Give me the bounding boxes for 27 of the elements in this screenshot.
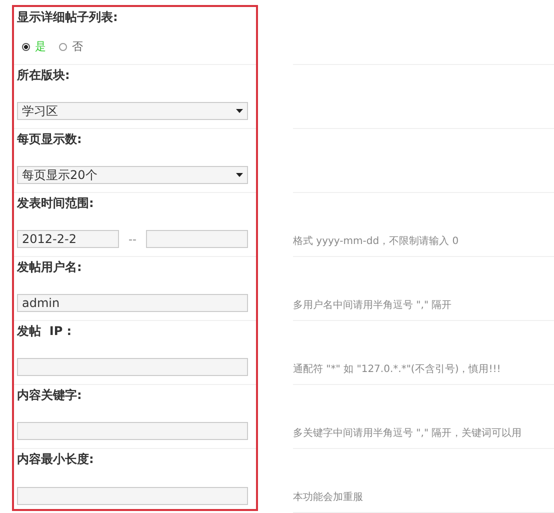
caret-icon: [236, 109, 243, 113]
text-field[interactable]: [17, 358, 248, 376]
hint-text: 通配符 "*" 如 "127.0.*.*"(不含引号)，慎用!!!: [293, 362, 501, 376]
text-field[interactable]: admin: [17, 294, 248, 312]
field-label: 内容关键字:: [17, 387, 83, 404]
field-label: 所在版块:: [17, 67, 71, 84]
text-field[interactable]: [17, 422, 248, 440]
field-label: 发帖 IP :: [17, 323, 73, 340]
dropdown[interactable]: 每页显示20个: [17, 166, 248, 184]
field-label: 发帖用户名:: [17, 259, 83, 276]
field-label: 内容最小长度:: [17, 451, 95, 468]
date-field[interactable]: [146, 230, 248, 248]
radio-button[interactable]: [22, 42, 30, 50]
hint-text: 格式 yyyy-mm-dd，不限制请输入 0: [293, 234, 459, 248]
radio-button[interactable]: [59, 42, 67, 50]
range-separator: --: [128, 232, 138, 246]
hint-text: 本功能会加重服: [293, 490, 363, 504]
radio-label[interactable]: 否: [72, 39, 83, 54]
date-field[interactable]: 2012-2-2: [17, 230, 119, 248]
dropdown[interactable]: 学习区: [17, 102, 248, 120]
hint-text: 多关键字中间请用半角逗号 "," 隔开，关键词可以用: [293, 426, 522, 440]
caret-icon: [236, 173, 243, 177]
hint-text: 多用户名中间请用半角逗号 "," 隔开: [293, 298, 452, 312]
text-field[interactable]: [17, 487, 248, 505]
field-label: 显示详细帖子列表:: [17, 9, 119, 26]
field-label: 发表时间范围:: [17, 195, 95, 212]
field-label: 每页显示数:: [17, 131, 83, 148]
